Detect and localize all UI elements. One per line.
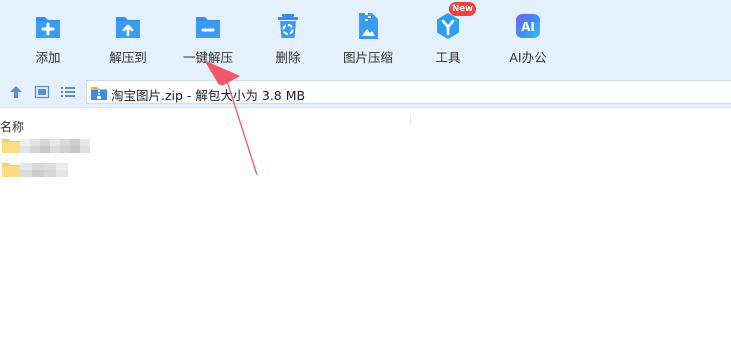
- add-label: 添加: [35, 50, 61, 65]
- list-item[interactable]: [0, 160, 100, 180]
- extract-to-label: 解压到: [109, 50, 147, 65]
- delete-button[interactable]: 删除: [248, 0, 328, 76]
- up-arrow-icon[interactable]: [8, 84, 24, 100]
- extract-to-button[interactable]: 解压到: [88, 0, 168, 76]
- one-click-extract-icon: [196, 17, 220, 38]
- add-file-icon: [36, 17, 60, 38]
- file-list-header: [0, 107, 731, 122]
- image-compress-icon: [359, 13, 378, 39]
- list-item[interactable]: [0, 136, 100, 156]
- folder-icon: [2, 163, 20, 177]
- svg-text:AI: AI: [521, 20, 535, 34]
- extract-to-icon: [116, 17, 140, 38]
- one-click-extract-button[interactable]: 一键解压: [168, 0, 248, 76]
- ai-office-icon: AI: [516, 14, 540, 38]
- ai-office-button[interactable]: AI AI办公: [488, 0, 568, 76]
- toolbar: 添加 解压到 一键解压 删除 图片压缩 工具 New AI AI办公: [0, 0, 731, 76]
- blurred-filename: [20, 162, 68, 177]
- blurred-filename: [20, 138, 90, 153]
- one-click-extract-label: 一键解压: [182, 50, 233, 65]
- ai-office-label: AI办公: [509, 50, 547, 65]
- tools-button[interactable]: 工具: [408, 0, 488, 76]
- column-header-name[interactable]: 名称: [0, 118, 24, 135]
- new-badge: New: [449, 2, 476, 16]
- address-bar[interactable]: 淘宝图片.zip - 解包大小为 3.8 MB: [86, 80, 731, 104]
- thumbnail-view-icon[interactable]: [34, 84, 50, 100]
- zip-archive-icon: [91, 87, 107, 100]
- add-button[interactable]: 添加: [8, 0, 88, 76]
- image-compress-button[interactable]: 图片压缩: [328, 0, 408, 76]
- archive-info-text: 淘宝图片.zip - 解包大小为 3.8 MB: [111, 88, 306, 103]
- tools-label: 工具: [435, 50, 461, 65]
- image-compress-label: 图片压缩: [342, 50, 393, 65]
- recycle-bin-icon: [278, 14, 298, 38]
- list-view-icon[interactable]: [60, 84, 76, 100]
- folder-icon: [2, 139, 20, 153]
- column-divider: [410, 114, 411, 124]
- delete-label: 删除: [275, 50, 301, 65]
